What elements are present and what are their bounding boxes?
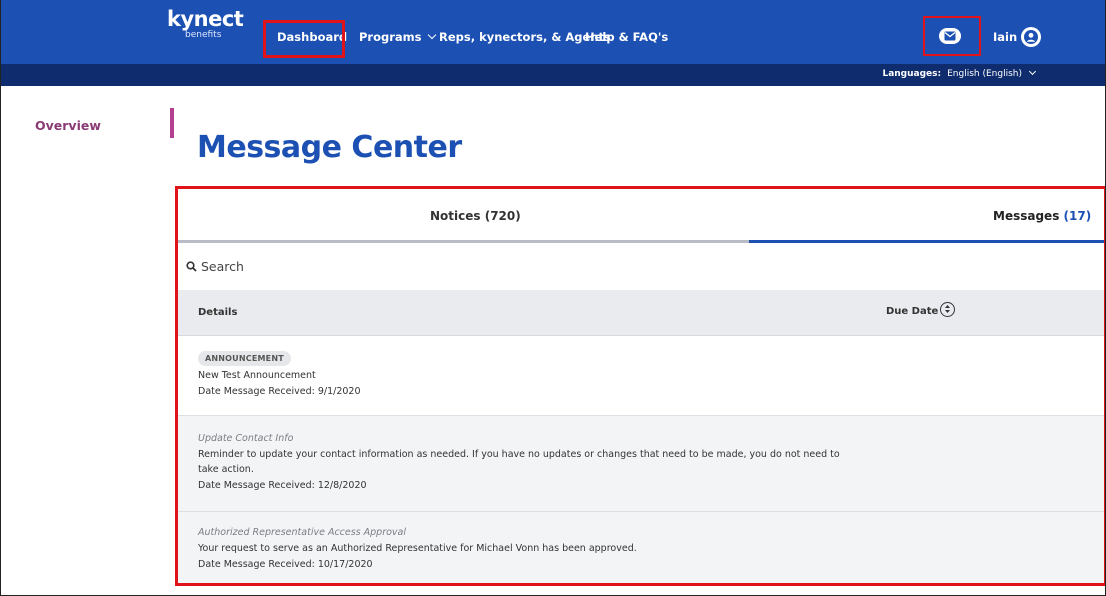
top-header: kynect benefits Dashboard Programs Reps,…	[1, 0, 1105, 64]
tab-messages-count: (17)	[1063, 209, 1092, 223]
message-title: New Test Announcement	[198, 370, 316, 381]
sort-icon[interactable]	[940, 302, 955, 317]
column-header-details: Details	[198, 307, 238, 318]
tab-notices-label: Notices	[430, 209, 481, 223]
user-name[interactable]: Iain	[993, 30, 1017, 44]
app-window: kynect benefits Dashboard Programs Reps,…	[0, 0, 1106, 596]
tab-underline-active	[749, 240, 1104, 243]
column-header-due-date[interactable]: Due Date	[886, 306, 938, 317]
chevron-down-icon	[427, 30, 436, 40]
announcement-badge: ANNOUNCEMENT	[198, 351, 291, 366]
tab-notices-count: (720)	[484, 209, 521, 223]
dashboard-highlight-box	[263, 20, 345, 58]
tab-messages-label: Messages	[993, 209, 1060, 223]
language-bar: Languages: English (English)	[1, 64, 1105, 86]
kynect-logo[interactable]: kynect benefits	[167, 7, 244, 40]
chevron-down-icon	[1028, 67, 1037, 76]
search-icon	[186, 261, 197, 272]
language-selector[interactable]: Languages: English (English)	[882, 67, 1037, 79]
user-avatar-icon	[1024, 30, 1038, 44]
page-title: Message Center	[197, 130, 462, 165]
language-value: English (English)	[947, 69, 1022, 79]
message-received-date: Date Message Received: 9/1/2020	[198, 386, 361, 397]
message-tabs: Notices (720) Messages (17)	[178, 189, 1104, 245]
message-subject: Update Contact Info	[198, 433, 294, 444]
nav-programs-label: Programs	[359, 30, 422, 44]
nav-help-faq[interactable]: Help & FAQ's	[585, 30, 668, 44]
logo-subtext: benefits	[185, 30, 222, 40]
message-received-date: Date Message Received: 10/17/2020	[198, 559, 373, 570]
nav-programs[interactable]: Programs	[359, 30, 436, 44]
messages-panel-highlight: Notices (720) Messages (17) Search Detai…	[175, 186, 1105, 586]
message-row[interactable]: ANNOUNCEMENT New Test Announcement Date …	[178, 336, 1104, 416]
language-label: Languages:	[882, 69, 942, 79]
tab-underline-inactive	[178, 240, 749, 243]
tab-notices[interactable]: Notices (720)	[430, 209, 521, 223]
message-body: Your request to serve as an Authorized R…	[198, 543, 637, 554]
sidebar-item-overview[interactable]: Overview	[35, 118, 101, 133]
message-received-date: Date Message Received: 12/8/2020	[198, 480, 367, 491]
search-input[interactable]: Search	[186, 259, 244, 274]
message-body-continued: take action.	[198, 464, 254, 475]
message-body: Reminder to update your contact informat…	[198, 449, 840, 460]
message-row[interactable]: Update Contact Info Reminder to update y…	[178, 416, 1104, 512]
message-subject: Authorized Representative Access Approva…	[198, 527, 407, 538]
message-row[interactable]: Authorized Representative Access Approva…	[178, 512, 1104, 583]
mail-highlight-box	[923, 16, 981, 56]
user-avatar-button[interactable]	[1021, 27, 1041, 47]
tab-messages[interactable]: Messages (17)	[993, 209, 1091, 223]
sidebar-active-indicator	[170, 108, 174, 138]
logo-text: kynect	[167, 7, 244, 31]
table-header: Details Due Date	[178, 290, 1104, 336]
search-placeholder: Search	[201, 259, 244, 274]
